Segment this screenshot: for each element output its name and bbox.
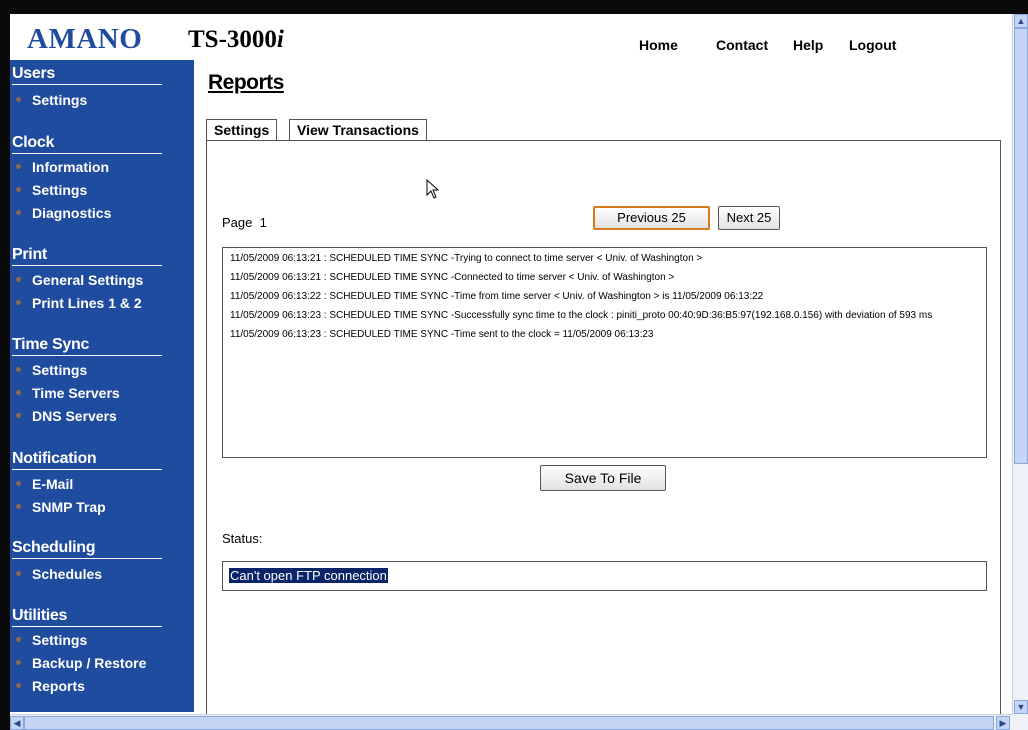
scrollbar-corner (1012, 714, 1028, 730)
top-nav: Home Contact Help Logout (10, 37, 1012, 57)
bullet-icon (16, 660, 21, 665)
log-line: 11/05/2009 06:13:22 : SCHEDULED TIME SYN… (230, 291, 764, 302)
sidebar-item-label: E-Mail (32, 476, 74, 492)
sidebar-item-clock-diagnostics[interactable]: Diagnostics (16, 205, 112, 221)
page-label: Page (222, 215, 253, 230)
sidebar-item-reports[interactable]: Reports (16, 678, 85, 694)
sidebar-item-label: Settings (32, 632, 88, 648)
sidebar-section-scheduling: Scheduling (12, 539, 162, 559)
previous-25-button[interactable]: Previous 25 (593, 206, 710, 230)
scroll-up-icon[interactable]: ▲ (1014, 14, 1028, 28)
sidebar-item-label: Settings (32, 182, 88, 198)
sidebar-item-label: Diagnostics (32, 205, 112, 221)
horizontal-scroll-thumb[interactable] (24, 716, 994, 730)
nav-contact-link[interactable]: Contact (716, 37, 768, 53)
sidebar-item-users-settings[interactable]: Settings (16, 92, 88, 108)
horizontal-scrollbar[interactable]: ◀ ▶ (10, 714, 1012, 730)
sidebar-item-utilities-settings[interactable]: Settings (16, 632, 88, 648)
nav-home-link[interactable]: Home (639, 37, 678, 53)
bullet-icon (16, 571, 21, 576)
sidebar-item-label: Settings (32, 362, 88, 378)
sidebar-section-print: Print (12, 246, 162, 266)
mouse-cursor-icon (426, 179, 440, 199)
bullet-icon (16, 164, 21, 169)
bullet-icon (16, 300, 21, 305)
vertical-scrollbar[interactable]: ▲ ▼ (1012, 14, 1028, 714)
sidebar-item-clock-settings[interactable]: Settings (16, 182, 88, 198)
header: AMANO TS-3000i Home Contact Help Logout (10, 14, 1012, 60)
next-25-button[interactable]: Next 25 (718, 206, 780, 230)
tab-settings[interactable]: Settings (206, 119, 278, 140)
status-value: Can't open FTP connection (229, 568, 388, 583)
sidebar-section-notification: Notification (12, 450, 162, 470)
sidebar-item-print-general-settings[interactable]: General Settings (16, 272, 144, 288)
bullet-icon (16, 390, 21, 395)
sidebar-item-label: DNS Servers (32, 408, 117, 424)
nav-logout-link[interactable]: Logout (849, 37, 896, 53)
sidebar-item-label: Settings (32, 92, 88, 108)
scroll-right-icon[interactable]: ▶ (996, 716, 1010, 730)
sidebar-item-dns-servers[interactable]: DNS Servers (16, 408, 117, 424)
bullet-icon (16, 504, 21, 509)
page-title: Reports (208, 71, 284, 94)
log-line: 11/05/2009 06:13:21 : SCHEDULED TIME SYN… (230, 253, 703, 264)
sidebar-section-time-sync: Time Sync (12, 336, 162, 356)
sidebar-item-snmp-trap[interactable]: SNMP Trap (16, 499, 106, 515)
page-number: 1 (259, 215, 267, 230)
bullet-icon (16, 481, 21, 486)
sidebar-item-label: SNMP Trap (32, 499, 106, 515)
sidebar-item-label: Print Lines 1 & 2 (32, 295, 142, 311)
main-content: Reports Settings View Transactions Page … (194, 60, 1012, 720)
sidebar-item-print-lines[interactable]: Print Lines 1 & 2 (16, 295, 142, 311)
sidebar-item-time-sync-settings[interactable]: Settings (16, 362, 88, 378)
bullet-icon (16, 97, 21, 102)
tab-view-transactions[interactable]: View Transactions (289, 119, 427, 141)
log-line: 11/05/2009 06:13:23 : SCHEDULED TIME SYN… (230, 329, 654, 340)
sidebar: Users Settings Clock Information Setting… (10, 60, 194, 712)
bullet-icon (16, 277, 21, 282)
scroll-left-icon[interactable]: ◀ (10, 716, 24, 730)
nav-help-link[interactable]: Help (793, 37, 823, 53)
bullet-icon (16, 187, 21, 192)
sidebar-section-clock: Clock (12, 134, 162, 154)
browser-frame: AMANO TS-3000i Home Contact Help Logout … (10, 14, 1028, 730)
bullet-icon (16, 683, 21, 688)
save-to-file-button[interactable]: Save To File (540, 465, 666, 491)
bullet-icon (16, 210, 21, 215)
tab-panel: Page 1 Previous 25 Next 25 11/05/2009 06… (206, 140, 1001, 720)
bullet-icon (16, 413, 21, 418)
log-line: 11/05/2009 06:13:23 : SCHEDULED TIME SYN… (230, 310, 933, 321)
sidebar-item-label: General Settings (32, 272, 144, 288)
status-label: Status: (222, 531, 263, 546)
sidebar-item-time-servers[interactable]: Time Servers (16, 385, 120, 401)
transaction-log[interactable]: 11/05/2009 06:13:21 : SCHEDULED TIME SYN… (222, 247, 987, 458)
vertical-scroll-thumb[interactable] (1014, 28, 1028, 464)
sidebar-item-label: Backup / Restore (32, 655, 147, 671)
sidebar-item-backup-restore[interactable]: Backup / Restore (16, 655, 147, 671)
sidebar-item-schedules[interactable]: Schedules (16, 566, 103, 582)
sidebar-section-utilities: Utilities (12, 607, 162, 627)
sidebar-section-users: Users (12, 65, 162, 85)
sidebar-item-label: Schedules (32, 566, 103, 582)
bullet-icon (16, 367, 21, 372)
bullet-icon (16, 637, 21, 642)
scroll-down-icon[interactable]: ▼ (1014, 700, 1028, 714)
status-field[interactable]: Can't open FTP connection (222, 561, 987, 591)
sidebar-item-label: Reports (32, 678, 85, 694)
sidebar-item-label: Time Servers (32, 385, 120, 401)
sidebar-item-email[interactable]: E-Mail (16, 476, 74, 492)
sidebar-item-clock-information[interactable]: Information (16, 159, 109, 175)
log-line: 11/05/2009 06:13:21 : SCHEDULED TIME SYN… (230, 272, 675, 283)
sidebar-item-label: Information (32, 159, 109, 175)
page-indicator: Page 1 (222, 215, 267, 230)
